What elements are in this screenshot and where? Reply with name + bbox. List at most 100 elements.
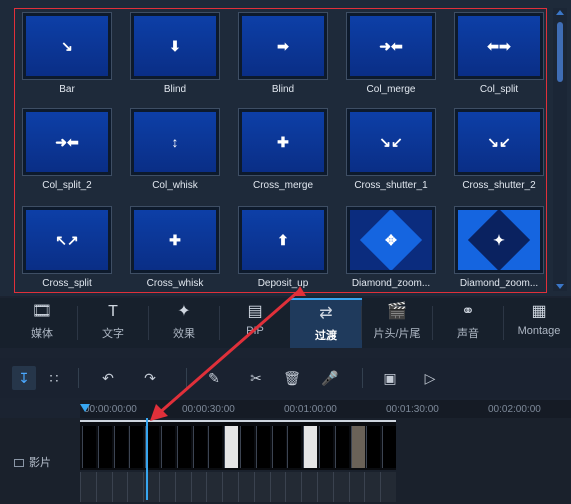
transition-thumbnail[interactable]: ✥ [346,206,436,274]
transition-slot[interactable] [159,472,175,502]
timeline-view-icon[interactable]: ↧ [12,366,36,390]
tab-clapper[interactable]: 🎬 片头/片尾 [361,298,433,348]
clip-frame [82,426,96,468]
transition-tile[interactable]: ⬅​➡ Col_split [454,12,544,100]
clip-frame [350,426,365,468]
tab-label: 媒体 [31,328,53,340]
transition-thumbnail[interactable]: ⬆ [238,206,328,274]
arrows-outward-icon: ⬅​➡ [487,38,511,54]
transition-slot[interactable] [206,472,222,502]
clip-frame [224,426,239,468]
transition-thumbnail[interactable]: ✚ [130,206,220,274]
clip-frame [382,426,397,468]
transition-thumbnail[interactable]: ↘↙ [454,108,544,176]
transition-slot[interactable] [190,472,207,502]
transition-thumbnail[interactable]: ➜​⬅ [22,108,112,176]
tab-transition[interactable]: ⇄ 过渡 [290,298,362,348]
transition-label: Col_split [479,84,519,95]
transition-tile[interactable]: ➜​⬅ Col_merge [346,12,436,100]
transition-label: Blind [163,84,187,95]
montage-icon: ▦ [531,303,547,320]
scroll-up-icon[interactable] [556,10,564,15]
edit-clip-icon[interactable]: ✎ [202,366,226,390]
transition-slot[interactable] [111,472,128,502]
clip-frame [255,426,270,468]
redo-icon[interactable]: ↷ [138,366,162,390]
transition-label: Cross_shutter_2 [462,180,536,191]
tab-pip[interactable]: ▤ PIP [219,298,291,348]
headphones-icon: ⚭ [461,303,475,320]
transition-tile[interactable]: ↘ Bar [22,12,112,100]
tab-text[interactable]: T 文字 [77,298,149,348]
transition-tile[interactable]: ➜​⬅ Col_split_2 [22,108,112,196]
transition-label: Diamond_zoom... [351,278,431,289]
transition-tile[interactable]: ↖↗ Cross_split [22,206,112,294]
film-strip-icon [14,459,24,467]
arrows-center-icon: ✚ [277,134,289,150]
export-icon[interactable]: ▷ [418,366,442,390]
playhead-marker-icon[interactable] [80,404,90,412]
clapper-icon: 🎬 [387,303,407,320]
transition-thumbnail[interactable]: ✦ [454,206,544,274]
ruler-tick: 00:00:00:00 [84,404,137,415]
transition-label: Diamond_zoom... [459,278,539,289]
tab-label: 声音 [457,328,479,340]
transition-label: Col_split_2 [42,180,92,191]
transition-tile[interactable]: ↘↙ Cross_shutter_1 [346,108,436,196]
transition-thumbnail[interactable]: ↘ [22,12,112,80]
tab-film[interactable]: 🎞 媒体 [6,298,78,348]
transition-slot[interactable] [285,472,301,502]
undo-icon[interactable]: ↶ [96,366,120,390]
transition-thumbnail[interactable]: ✚ [238,108,328,176]
transition-thumbnail[interactable]: ↘↙ [346,108,436,176]
transition-slot[interactable] [380,472,396,502]
transition-thumbnail[interactable]: ⬇ [130,12,220,80]
transition-tile[interactable]: ↘↙ Cross_shutter_2 [454,108,544,196]
video-clip[interactable] [80,420,397,470]
transition-label: Col_merge [366,84,416,95]
transition-slot[interactable] [222,472,238,502]
transition-slot[interactable] [127,472,143,502]
transition-slot[interactable] [269,472,286,502]
text-icon: T [108,303,118,320]
playhead-line[interactable] [146,418,148,500]
transition-thumbnail[interactable]: ⬅​➡ [454,12,544,80]
scroll-down-icon[interactable] [556,284,564,289]
tab-magic-wand[interactable]: ✦ 效果 [148,298,220,348]
transition-tile[interactable]: ✚ Cross_merge [238,108,328,196]
delete-icon[interactable]: 🗑 [280,366,304,390]
transition-thumbnail[interactable]: ➜​⬅ [346,12,436,80]
transition-tile[interactable]: ✚ Cross_whisk [130,206,220,294]
transition-slot[interactable] [80,472,96,502]
transition-slot[interactable] [364,472,380,502]
transition-tile[interactable]: ⬇ Blind [130,12,220,100]
microphone-icon[interactable]: 🎤 [318,366,342,390]
transition-slot[interactable] [238,472,254,502]
transition-slot[interactable] [174,472,191,502]
crop-icon[interactable]: ▣ [378,366,402,390]
transition-thumbnail[interactable]: ↖↗ [22,206,112,274]
transition-slot[interactable] [332,472,349,502]
tab-montage[interactable]: ▦ Montage [503,298,571,348]
transition-slot[interactable] [348,472,365,502]
transition-tile[interactable]: ➡ Blind [238,12,328,100]
transition-slot[interactable] [95,472,112,502]
tab-headphones[interactable]: ⚭ 声音 [432,298,504,348]
transition-thumbnail[interactable]: ↕ [130,108,220,176]
transition-slot[interactable] [317,472,333,502]
cut-icon[interactable]: ✂ [244,366,268,390]
panel-scrollbar[interactable] [553,8,567,291]
scroll-thumb[interactable] [557,22,563,82]
transition-tile[interactable]: ✥ Diamond_zoom... [346,206,436,294]
clip-frame [192,426,207,468]
transition-thumbnail[interactable]: ➡ [238,12,328,80]
clip-transition-slots[interactable] [80,472,396,502]
transition-slot[interactable] [253,472,270,502]
clip-frame [271,426,286,468]
timeline-ruler[interactable]: 00:00:00:00 00:00:30:00 00:01:00:00 00:01:3… [80,400,571,418]
transition-tile[interactable]: ↕ Col_whisk [130,108,220,196]
storyboard-view-icon[interactable]: ∷ [42,366,66,390]
transition-tile[interactable]: ✦ Diamond_zoom... [454,206,544,294]
transition-tile[interactable]: ⬆ Deposit_up [238,206,328,294]
transition-slot[interactable] [301,472,317,502]
